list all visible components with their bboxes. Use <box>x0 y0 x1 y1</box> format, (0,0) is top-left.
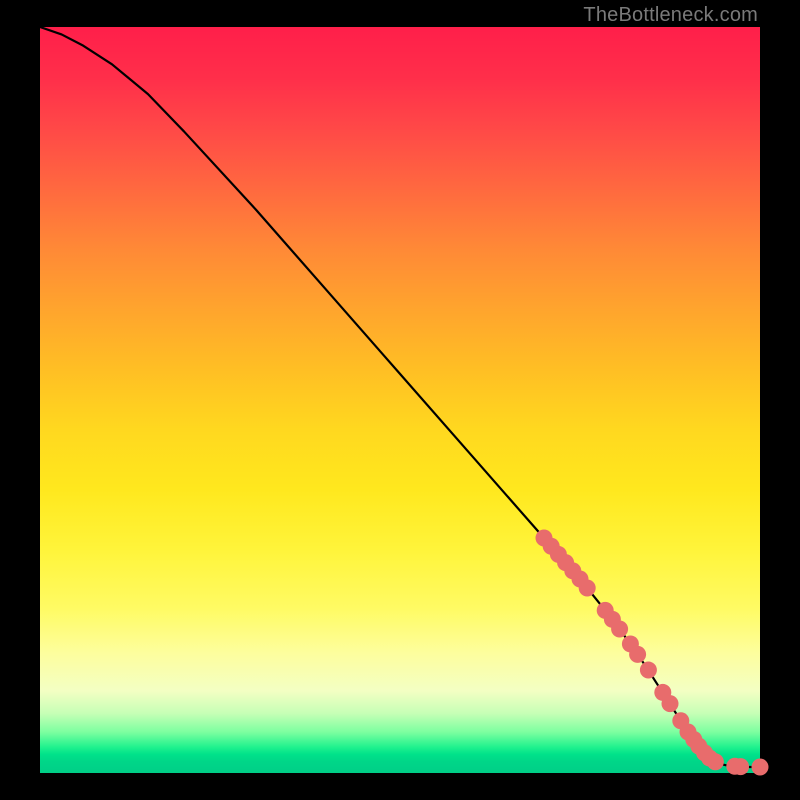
plot-area <box>40 27 760 773</box>
marker-point <box>707 753 724 770</box>
chart-svg <box>40 27 760 773</box>
bottleneck-curve <box>40 27 760 767</box>
marker-point <box>640 662 657 679</box>
chart-frame: TheBottleneck.com <box>0 0 800 800</box>
marker-point <box>611 621 628 638</box>
highlighted-points-group <box>536 530 769 776</box>
marker-point <box>579 579 596 596</box>
marker-point <box>629 646 646 663</box>
watermark-text: TheBottleneck.com <box>583 4 758 27</box>
marker-point <box>752 759 769 776</box>
marker-point <box>732 758 749 775</box>
marker-point <box>662 695 679 712</box>
